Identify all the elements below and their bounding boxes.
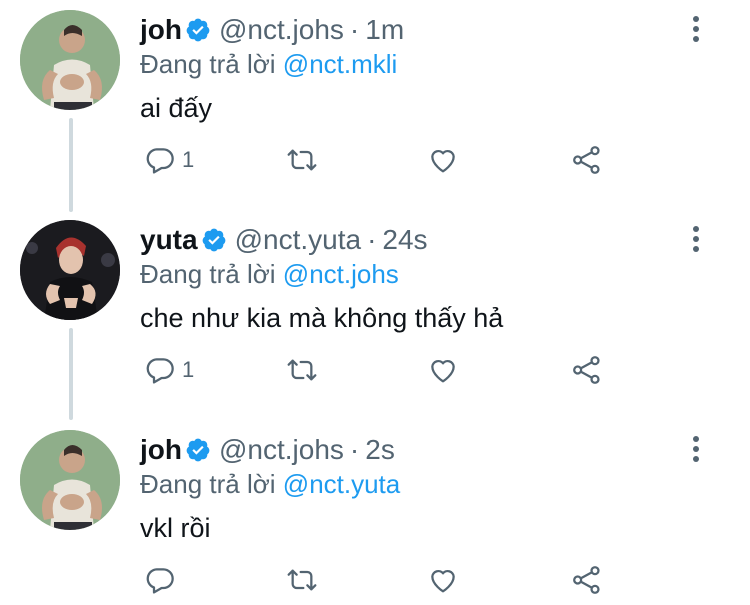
- tweet-actions: [140, 560, 640, 600]
- tweet-header: joh @nct.johs · 2s: [140, 434, 395, 470]
- heart-icon: [426, 144, 460, 176]
- tweet-2[interactable]: yuta @nct.yuta · 24s Đang trả lời @nct.johs…: [0, 210, 750, 410]
- share-icon: [570, 564, 604, 596]
- separator: ·: [349, 434, 360, 465]
- display-name[interactable]: yuta: [140, 224, 198, 255]
- mention-link[interactable]: @nct.johs: [283, 259, 399, 289]
- share-icon: [570, 144, 604, 176]
- tweet-header: joh @nct.johs · 1m: [140, 14, 404, 50]
- separator: ·: [367, 224, 377, 255]
- verified-badge-icon: [201, 227, 227, 260]
- display-name[interactable]: joh: [140, 14, 182, 45]
- share-icon: [570, 354, 604, 386]
- retweet-button[interactable]: [284, 560, 320, 600]
- mention-link[interactable]: @nct.yuta: [283, 469, 400, 499]
- avatar[interactable]: [20, 10, 120, 110]
- share-button[interactable]: [570, 140, 604, 180]
- retweet-icon: [284, 564, 320, 596]
- tweet-3[interactable]: joh @nct.johs · 2s Đang trả lời @nct.yuta v…: [0, 420, 750, 605]
- retweet-icon: [284, 354, 320, 386]
- replying-to: Đang trả lời @nct.johs: [140, 258, 399, 290]
- timestamp[interactable]: 1m: [365, 14, 404, 45]
- verified-badge-icon: [185, 17, 211, 50]
- reply-button[interactable]: [144, 560, 182, 600]
- more-vertical-icon[interactable]: [684, 14, 708, 44]
- reply-count: 1: [182, 357, 195, 382]
- avatar[interactable]: [20, 430, 120, 530]
- replying-to-label: Đang trả lời: [140, 259, 276, 289]
- tweet-1[interactable]: joh @nct.johs · 1m Đang trả lời @nct.mkli a…: [0, 0, 750, 200]
- timestamp[interactable]: 2s: [365, 434, 395, 465]
- reply-count: 1: [182, 147, 195, 172]
- share-button[interactable]: [570, 350, 604, 390]
- like-button[interactable]: [426, 140, 460, 180]
- tweet-text: che như kia mà không thấy hả: [140, 303, 504, 333]
- replying-to-label: Đang trả lời: [140, 49, 276, 79]
- avatar-photo: [20, 10, 120, 110]
- handle[interactable]: @nct.johs: [219, 14, 344, 45]
- tweet-text: ai đấy: [140, 93, 213, 123]
- more-vertical-icon[interactable]: [684, 434, 708, 464]
- handle[interactable]: @nct.johs: [219, 434, 344, 465]
- reply-icon: [144, 354, 176, 386]
- tweet-header: yuta @nct.yuta · 24s: [140, 224, 428, 260]
- avatar[interactable]: [20, 220, 120, 320]
- heart-icon: [426, 564, 460, 596]
- timestamp[interactable]: 24s: [382, 224, 427, 255]
- verified-badge-icon: [185, 437, 211, 470]
- mention-link[interactable]: @nct.mkli: [283, 49, 398, 79]
- retweet-button[interactable]: [284, 350, 320, 390]
- avatar-photo: [20, 430, 120, 530]
- reply-icon: [144, 564, 176, 596]
- replying-to-label: Đang trả lời: [140, 469, 276, 499]
- handle[interactable]: @nct.yuta: [235, 224, 361, 255]
- retweet-icon: [284, 144, 320, 176]
- more-vertical-icon[interactable]: [684, 224, 708, 254]
- tweet-actions: 1: [140, 350, 640, 390]
- reply-button[interactable]: 1: [144, 350, 194, 390]
- replying-to: Đang trả lời @nct.mkli: [140, 48, 397, 80]
- reply-icon: [144, 144, 176, 176]
- tweet-actions: 1: [140, 140, 640, 180]
- replying-to: Đang trả lời @nct.yuta: [140, 468, 400, 500]
- separator: ·: [349, 14, 360, 45]
- retweet-button[interactable]: [284, 140, 320, 180]
- avatar-photo: [20, 220, 120, 320]
- share-button[interactable]: [570, 560, 604, 600]
- like-button[interactable]: [426, 350, 460, 390]
- reply-button[interactable]: 1: [144, 140, 194, 180]
- display-name[interactable]: joh: [140, 434, 182, 465]
- tweet-text: vkl rồi: [140, 513, 211, 543]
- like-button[interactable]: [426, 560, 460, 600]
- heart-icon: [426, 354, 460, 386]
